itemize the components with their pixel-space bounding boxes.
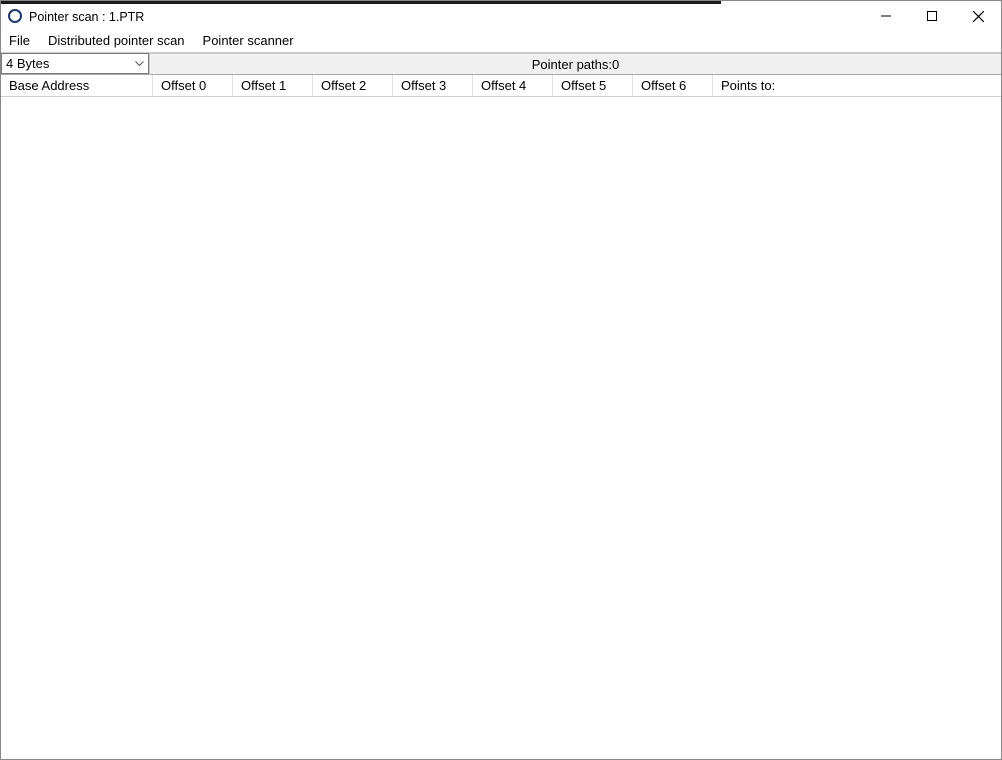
- column-offset-3[interactable]: Offset 3: [393, 75, 473, 96]
- close-button[interactable]: [955, 1, 1001, 31]
- column-base-address[interactable]: Base Address: [1, 75, 153, 96]
- menu-distributed-pointer-scan[interactable]: Distributed pointer scan: [46, 32, 187, 49]
- column-offset-2[interactable]: Offset 2: [313, 75, 393, 96]
- column-points-to[interactable]: Points to:: [713, 75, 1001, 96]
- chevron-down-icon: [130, 54, 148, 73]
- minimize-button[interactable]: [863, 1, 909, 31]
- toolbar: 4 Bytes Pointer paths:0: [1, 53, 1001, 75]
- maximize-button[interactable]: [909, 1, 955, 31]
- close-icon: [973, 11, 984, 22]
- minimize-icon: [881, 11, 891, 21]
- external-top-shadow: [1, 1, 721, 4]
- window-title: Pointer scan : 1.PTR: [29, 9, 863, 24]
- maximize-icon: [927, 11, 937, 21]
- results-table-body: [1, 97, 1001, 759]
- results-table-header: Base Address Offset 0 Offset 1 Offset 2 …: [1, 75, 1001, 97]
- app-icon: [7, 8, 23, 24]
- column-offset-0[interactable]: Offset 0: [153, 75, 233, 96]
- value-type-combobox[interactable]: 4 Bytes: [1, 53, 149, 74]
- window-controls: [863, 1, 1001, 31]
- pointer-paths-status: Pointer paths:0: [149, 53, 1001, 74]
- menubar: File Distributed pointer scan Pointer sc…: [1, 31, 1001, 53]
- menu-file[interactable]: File: [7, 32, 32, 49]
- column-offset-1[interactable]: Offset 1: [233, 75, 313, 96]
- titlebar: Pointer scan : 1.PTR: [1, 1, 1001, 31]
- column-offset-6[interactable]: Offset 6: [633, 75, 713, 96]
- value-type-selected: 4 Bytes: [2, 54, 130, 73]
- column-offset-5[interactable]: Offset 5: [553, 75, 633, 96]
- column-offset-4[interactable]: Offset 4: [473, 75, 553, 96]
- menu-pointer-scanner[interactable]: Pointer scanner: [201, 32, 296, 49]
